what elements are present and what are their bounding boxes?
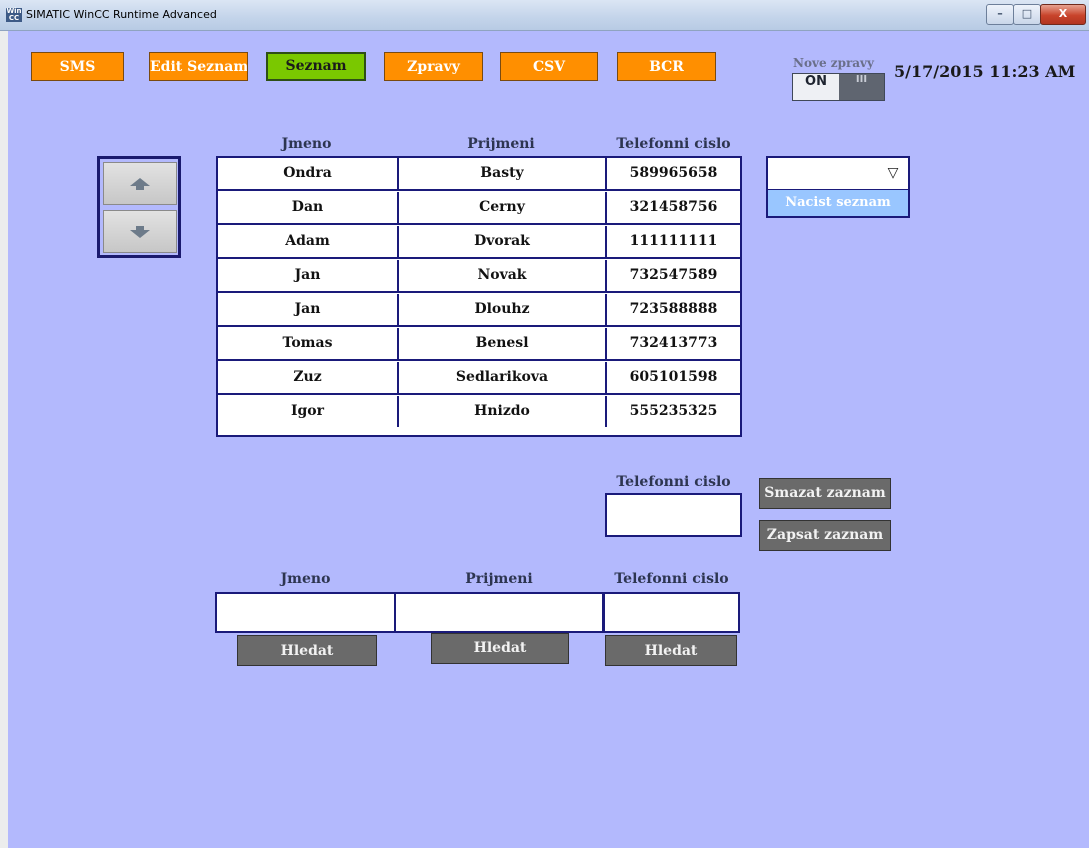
cell-telefon: 321458756 bbox=[607, 192, 740, 225]
cell-telefon: 111111111 bbox=[607, 226, 740, 259]
table-row[interactable]: Dan Cerny 321458756 bbox=[218, 192, 740, 226]
cell-prijmeni: Benesl bbox=[399, 328, 607, 361]
cell-telefon: 555235325 bbox=[607, 396, 740, 427]
cell-jmeno: Igor bbox=[218, 396, 399, 427]
new-messages-label: Nove zpravy bbox=[793, 56, 875, 70]
window-titlebar: Win CC SIMATIC WinCC Runtime Advanced – … bbox=[0, 0, 1089, 31]
table-row[interactable]: Zuz Sedlarikova 605101598 bbox=[218, 362, 740, 396]
nav-edit-seznam-button[interactable]: Edit Seznam bbox=[149, 52, 248, 81]
table-row[interactable]: Adam Dvorak 111111111 bbox=[218, 226, 740, 260]
search-header-telefon: Telefonni cislo bbox=[614, 571, 729, 587]
new-messages-toggle[interactable]: ON III bbox=[792, 73, 885, 101]
cell-jmeno: Jan bbox=[218, 294, 399, 327]
app-icon: Win CC bbox=[6, 7, 22, 22]
cell-jmeno: Ondra bbox=[218, 158, 399, 191]
dropdown-caret-icon: ▽ bbox=[887, 165, 899, 181]
table-header-jmeno: Jmeno bbox=[281, 136, 332, 152]
nav-sms-button[interactable]: SMS bbox=[31, 52, 124, 81]
cell-prijmeni: Novak bbox=[399, 260, 607, 293]
cell-jmeno: Adam bbox=[218, 226, 399, 259]
scroll-up-button[interactable] bbox=[103, 162, 177, 205]
search-prijmeni-button[interactable]: Hledat bbox=[431, 633, 569, 664]
close-button[interactable]: X bbox=[1040, 4, 1086, 25]
table-row[interactable]: Jan Dlouhz 723588888 bbox=[218, 294, 740, 328]
cell-telefon: 732547589 bbox=[607, 260, 740, 293]
delete-record-button[interactable]: Smazat zaznam bbox=[759, 478, 891, 509]
cell-jmeno: Tomas bbox=[218, 328, 399, 361]
cell-prijmeni: Sedlarikova bbox=[399, 362, 607, 395]
maximize-button[interactable]: □ bbox=[1013, 4, 1041, 25]
table-row[interactable]: Ondra Basty 589965658 bbox=[218, 158, 740, 192]
load-list-button[interactable]: Nacist seznam bbox=[768, 190, 908, 216]
nav-zpravy-button[interactable]: Zpravy bbox=[384, 52, 483, 81]
toggle-on-label: ON bbox=[793, 74, 839, 100]
contacts-table[interactable]: Ondra Basty 589965658 Dan Cerny 32145875… bbox=[216, 156, 742, 437]
search-jmeno-input[interactable] bbox=[215, 592, 396, 633]
write-record-button[interactable]: Zapsat zaznam bbox=[759, 520, 891, 551]
nav-bcr-button[interactable]: BCR bbox=[617, 52, 716, 81]
list-selector: ▽ Nacist seznam bbox=[766, 156, 910, 218]
left-border bbox=[0, 31, 8, 848]
cell-prijmeni: Basty bbox=[399, 158, 607, 191]
search-header-jmeno: Jmeno bbox=[280, 571, 331, 587]
list-dropdown[interactable]: ▽ bbox=[768, 158, 908, 190]
nav-csv-button[interactable]: CSV bbox=[500, 52, 598, 81]
table-row[interactable]: Jan Novak 732547589 bbox=[218, 260, 740, 294]
scroll-buttons-frame bbox=[97, 156, 181, 258]
table-header-prijmeni: Prijmeni bbox=[467, 136, 535, 152]
cell-telefon: 605101598 bbox=[607, 362, 740, 395]
record-phone-input[interactable] bbox=[605, 493, 742, 537]
cell-prijmeni: Dlouhz bbox=[399, 294, 607, 327]
search-prijmeni-input[interactable] bbox=[394, 592, 604, 633]
cell-telefon: 589965658 bbox=[607, 158, 740, 191]
toggle-switch-grip: III bbox=[839, 74, 884, 100]
cell-jmeno: Jan bbox=[218, 260, 399, 293]
cell-jmeno: Dan bbox=[218, 192, 399, 225]
table-row[interactable]: Tomas Benesl 732413773 bbox=[218, 328, 740, 362]
minimize-button[interactable]: – bbox=[986, 4, 1014, 25]
arrow-up-icon bbox=[130, 177, 150, 190]
search-jmeno-button[interactable]: Hledat bbox=[237, 635, 377, 666]
arrow-down-icon bbox=[130, 225, 150, 238]
table-header-telefon: Telefonni cislo bbox=[616, 136, 731, 152]
table-row[interactable]: Igor Hnizdo 555235325 bbox=[218, 396, 740, 430]
search-header-prijmeni: Prijmeni bbox=[465, 571, 533, 587]
record-phone-label: Telefonni cislo bbox=[616, 474, 731, 490]
cell-prijmeni: Cerny bbox=[399, 192, 607, 225]
cell-prijmeni: Hnizdo bbox=[399, 396, 607, 427]
scroll-down-button[interactable] bbox=[103, 210, 177, 253]
window-title: SIMATIC WinCC Runtime Advanced bbox=[26, 8, 217, 21]
cell-telefon: 723588888 bbox=[607, 294, 740, 327]
search-telefon-button[interactable]: Hledat bbox=[605, 635, 737, 666]
datetime-display: 5/17/2015 11:23 AM bbox=[894, 62, 1076, 81]
cell-telefon: 732413773 bbox=[607, 328, 740, 361]
search-telefon-input[interactable] bbox=[603, 592, 740, 633]
nav-seznam-button[interactable]: Seznam bbox=[266, 52, 366, 81]
cell-jmeno: Zuz bbox=[218, 362, 399, 395]
cell-prijmeni: Dvorak bbox=[399, 226, 607, 259]
